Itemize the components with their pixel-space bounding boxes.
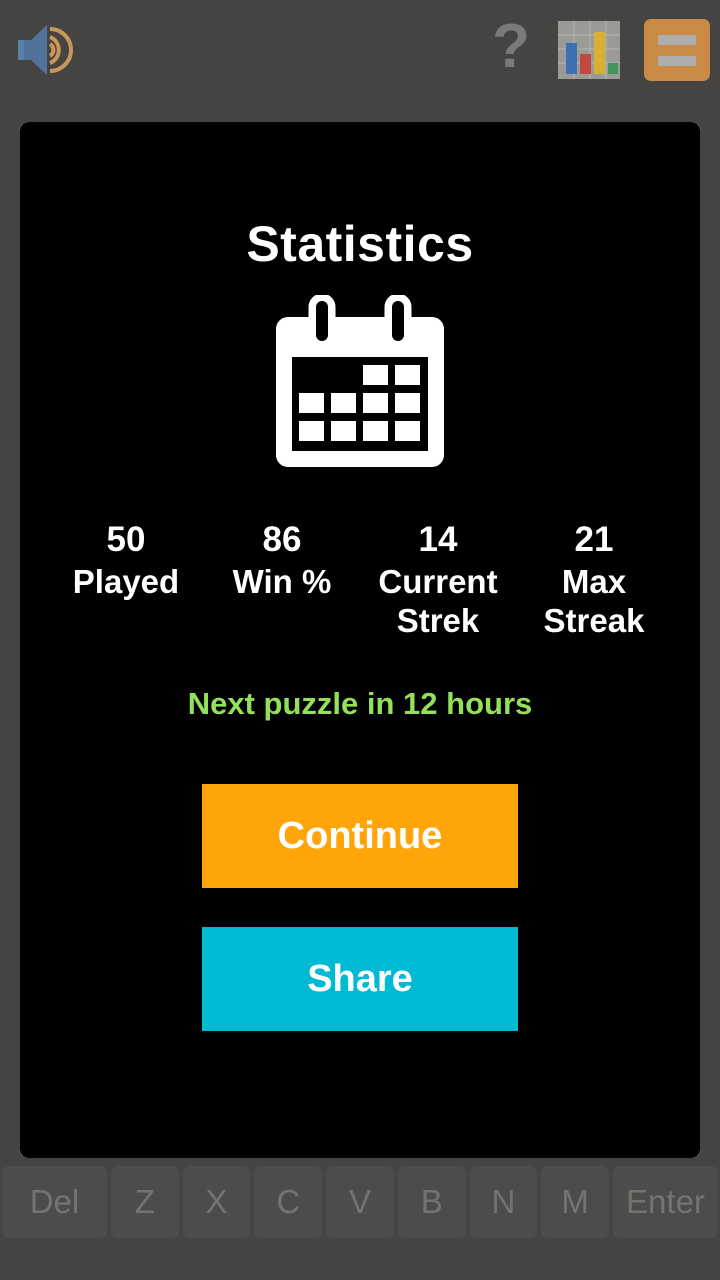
key-enter[interactable]: Enter (613, 1166, 718, 1238)
key-del[interactable]: Del (2, 1166, 107, 1238)
stat-max-streak: 21 Max Streak (516, 518, 672, 640)
volume-button[interactable] (14, 19, 86, 81)
stat-value: 14 (418, 520, 458, 559)
key-c[interactable]: C (254, 1166, 323, 1238)
toolbar-actions: ? (488, 16, 710, 83)
stat-label: Win % (232, 563, 332, 600)
menu-icon[interactable] (644, 19, 710, 81)
key-v[interactable]: V (326, 1166, 394, 1238)
key-z[interactable]: Z (110, 1166, 179, 1238)
key-n[interactable]: N (469, 1166, 538, 1238)
key-m[interactable]: M (541, 1166, 609, 1238)
top-toolbar: ? (0, 0, 720, 100)
stat-played: 50 Played (48, 518, 204, 640)
stat-value: 86 (262, 520, 302, 559)
menu-bar-1 (658, 34, 696, 45)
continue-button[interactable]: Continue (202, 784, 518, 888)
stat-value: 21 (574, 520, 614, 559)
stat-value: 50 (106, 520, 146, 559)
key-b[interactable]: B (397, 1166, 466, 1238)
statistics-row: 50 Played 86 Win % 14 Current Strek 21 M… (20, 518, 700, 640)
stat-label: Played (72, 563, 180, 600)
chart-icon[interactable] (556, 19, 622, 81)
calendar-icon-wrap (20, 295, 700, 470)
help-icon[interactable]: ? (488, 16, 534, 83)
app-root: ? Statistics 50 Played 86 Win % 14 Curre… (0, 0, 720, 1280)
stat-label: Max Streak (543, 563, 645, 639)
key-x[interactable]: X (182, 1166, 251, 1238)
keyboard-row: Del Z X C V B N M Enter (0, 1166, 720, 1238)
stat-win-percent: 86 Win % (204, 518, 360, 640)
volume-icon (18, 25, 73, 75)
stat-current-streak: 14 Current Strek (360, 518, 516, 640)
calendar-icon (276, 295, 444, 467)
page-title: Statistics (246, 216, 474, 272)
modal-actions: Continue Share (20, 784, 700, 1031)
next-puzzle-countdown: Next puzzle in 12 hours (187, 686, 533, 721)
menu-bar-2 (658, 55, 696, 66)
stat-label: Current Strek (378, 563, 498, 639)
statistics-modal: Statistics 50 Played 86 Win % 14 Current… (20, 122, 700, 1158)
share-button[interactable]: Share (202, 927, 518, 1031)
